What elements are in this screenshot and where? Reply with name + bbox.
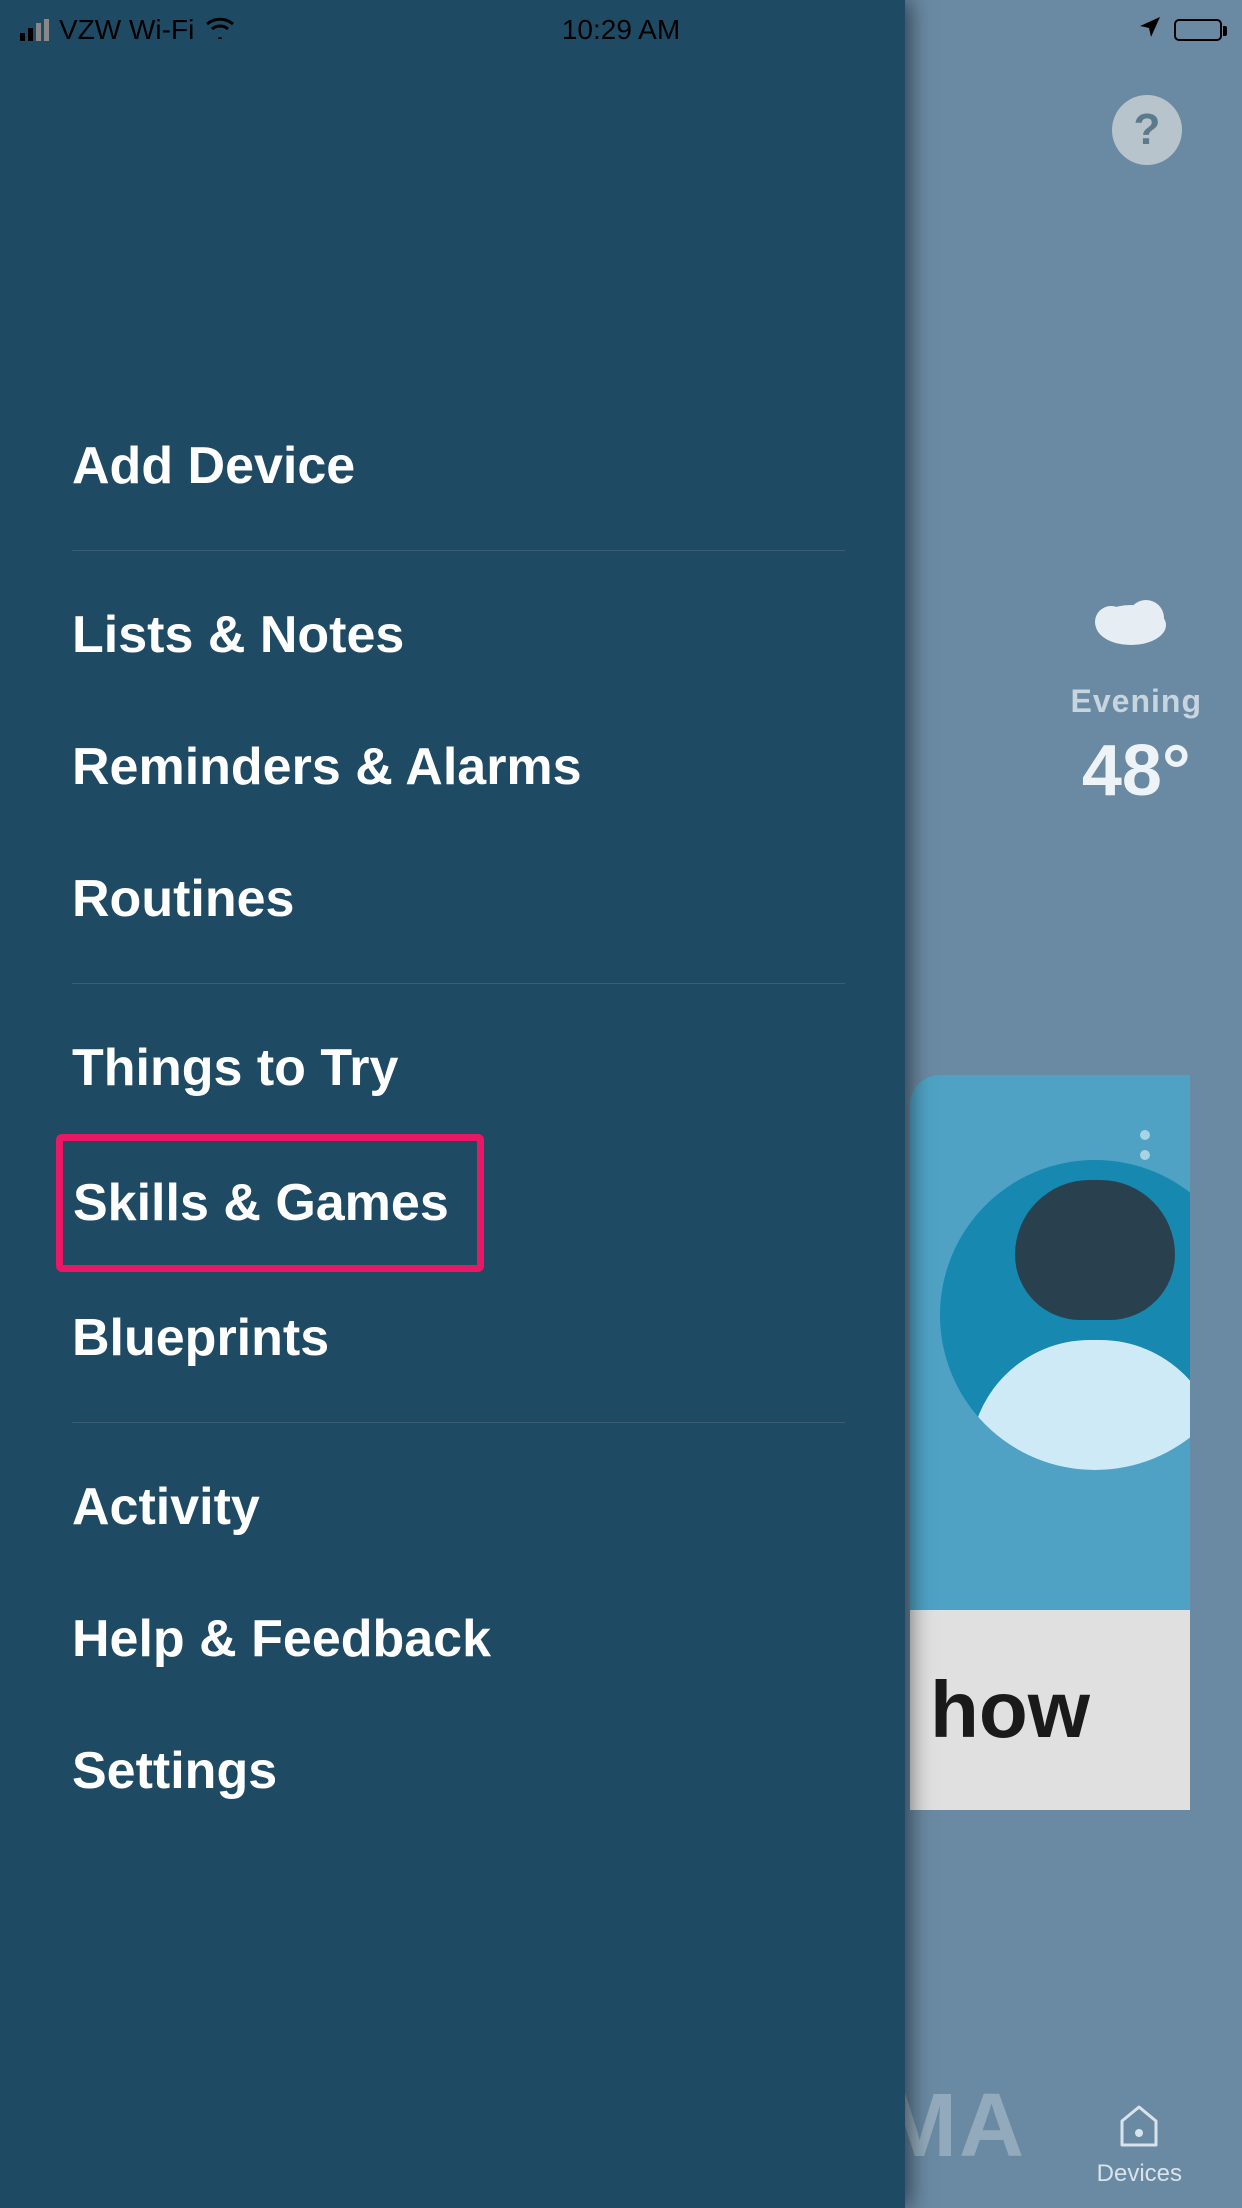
cloud-moon-icon [1071, 580, 1202, 663]
cellular-signal-icon [20, 19, 49, 41]
menu-item-blueprints[interactable]: Blueprints [72, 1272, 845, 1404]
menu-item-reminders-alarms[interactable]: Reminders & Alarms [72, 701, 845, 833]
clock: 10:29 AM [562, 14, 680, 46]
help-icon: ? [1134, 105, 1161, 155]
tab-devices[interactable]: Devices [1097, 2103, 1182, 2188]
devices-icon [1097, 2103, 1182, 2160]
weather-period-label: Evening [1071, 683, 1202, 720]
navigation-drawer: Add Device Lists & Notes Reminders & Ala… [0, 0, 905, 2208]
highlight-annotation: Skills & Games [56, 1134, 484, 1272]
status-bar: VZW Wi-Fi 10:29 AM [0, 0, 1242, 60]
carrier-label: VZW Wi-Fi [59, 14, 194, 46]
menu-item-routines[interactable]: Routines [72, 833, 845, 965]
wifi-icon [204, 13, 236, 47]
help-button[interactable]: ? [1112, 95, 1182, 165]
menu-item-things-to-try[interactable]: Things to Try [72, 1002, 845, 1134]
menu-divider [72, 983, 845, 984]
menu-divider [72, 550, 845, 551]
menu-divider [72, 1422, 845, 1423]
menu-item-lists-notes[interactable]: Lists & Notes [72, 569, 845, 701]
content-card[interactable]: how [910, 1075, 1190, 1810]
weather-temperature: 48° [1071, 730, 1202, 812]
avatar-illustration [940, 1160, 1190, 1470]
menu-item-add-device[interactable]: Add Device [72, 400, 845, 532]
menu-item-activity[interactable]: Activity [72, 1441, 845, 1573]
location-icon [1138, 15, 1162, 46]
battery-icon [1174, 19, 1222, 41]
menu-item-settings[interactable]: Settings [72, 1705, 845, 1837]
menu-item-skills-games[interactable]: Skills & Games [73, 1147, 449, 1259]
weather-widget[interactable]: Evening 48° [1071, 580, 1202, 812]
card-caption-text: how [930, 1664, 1090, 1756]
tab-devices-label: Devices [1097, 2160, 1182, 2188]
card-caption: how [910, 1610, 1190, 1810]
menu-item-help-feedback[interactable]: Help & Feedback [72, 1573, 845, 1705]
